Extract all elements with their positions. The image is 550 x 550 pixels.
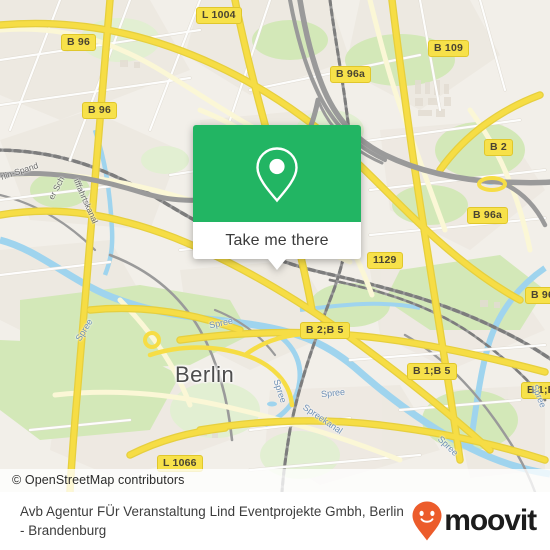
popup-header: [193, 125, 361, 222]
moovit-logo[interactable]: moovit: [412, 501, 550, 541]
place-label-berlin: Berlin: [175, 362, 235, 387]
map-pin-icon: [254, 145, 300, 203]
popup-footer[interactable]: Take me there: [193, 222, 361, 270]
map-screenshot: .land{fill:#f2efe9} .blk{fill:#ece7df} .…: [0, 0, 550, 550]
road-shield: B 96: [525, 287, 550, 304]
popup-pointer-tail: [268, 259, 286, 270]
footer-bar: Avb Agentur FÜr Veranstaltung Lind Event…: [0, 492, 550, 550]
map-viewport[interactable]: .land{fill:#f2efe9} .blk{fill:#ece7df} .…: [0, 0, 550, 492]
location-popup-card[interactable]: Take me there: [193, 125, 361, 270]
road-shield: B 96a: [330, 66, 372, 83]
road-shield: 1129: [367, 252, 403, 269]
road-shield: B 96: [82, 102, 117, 119]
road-shield: B 1;B 5: [407, 363, 457, 380]
take-me-there-label: Take me there: [225, 231, 329, 249]
road-shield: L 1004: [196, 7, 242, 24]
osm-attribution[interactable]: © OpenStreetMap contributors: [0, 469, 550, 492]
road-shield: B 96a: [467, 207, 509, 224]
road-shield: B 109: [428, 40, 470, 57]
road-shield: B 2;B 5: [300, 322, 350, 339]
road-shield: B 96: [61, 34, 96, 51]
page-title: Avb Agentur FÜr Veranstaltung Lind Event…: [20, 504, 404, 538]
road-shield: B 2: [484, 139, 513, 156]
moovit-pin-smiley-icon: [412, 501, 442, 541]
moovit-wordmark: moovit: [444, 504, 537, 537]
